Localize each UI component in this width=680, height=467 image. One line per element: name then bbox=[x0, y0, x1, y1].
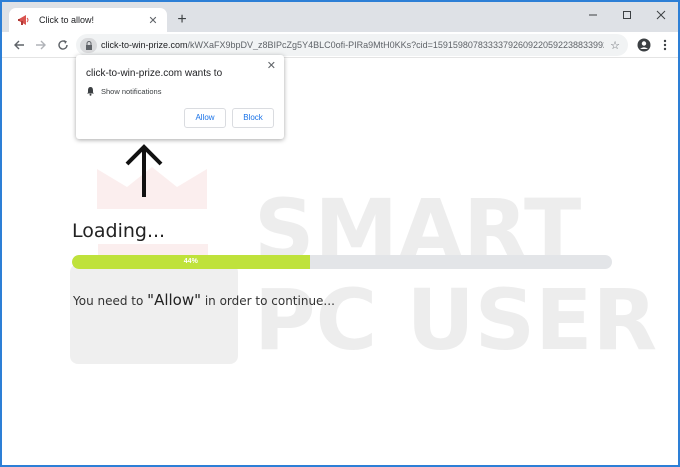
megaphone-icon bbox=[17, 13, 31, 27]
bookmark-star-icon[interactable]: ☆ bbox=[610, 39, 620, 52]
forward-arrow-icon bbox=[36, 40, 46, 50]
url-text: click-to-win-prize.com/kWXaFX9bpDV_z8BIP… bbox=[101, 40, 604, 50]
close-window-button[interactable] bbox=[644, 2, 678, 28]
close-icon bbox=[656, 10, 666, 20]
maximize-button[interactable] bbox=[610, 2, 644, 28]
progress-label: 44% bbox=[183, 258, 198, 265]
continue-message: You need to "Allow" in order to continue… bbox=[73, 291, 335, 309]
tab-active[interactable]: Click to allow! ✕ bbox=[9, 8, 167, 32]
popup-close-icon[interactable]: ✕ bbox=[267, 59, 276, 72]
back-button[interactable] bbox=[10, 36, 28, 54]
up-arrow-icon bbox=[125, 144, 163, 197]
forward-button[interactable] bbox=[32, 36, 50, 54]
permission-label: Show notifications bbox=[101, 86, 162, 96]
reload-button[interactable] bbox=[54, 36, 72, 54]
minimize-button[interactable] bbox=[576, 2, 610, 28]
lock-icon[interactable] bbox=[80, 37, 97, 53]
new-tab-button[interactable]: + bbox=[173, 11, 191, 29]
watermark-line2: PC USER bbox=[254, 271, 657, 369]
popup-title: click-to-win-prize.com wants to bbox=[86, 68, 223, 79]
tab-close-icon[interactable]: ✕ bbox=[147, 14, 159, 27]
menu-button[interactable] bbox=[657, 36, 673, 54]
continue-allow-highlight: "Allow" bbox=[147, 291, 202, 309]
block-button[interactable]: Block bbox=[232, 108, 274, 128]
window-controls bbox=[576, 2, 678, 28]
reload-icon bbox=[58, 40, 68, 50]
tab-strip: Click to allow! ✕ + bbox=[2, 2, 678, 32]
url-host: click-to-win-prize.com bbox=[101, 40, 188, 50]
bell-icon bbox=[87, 87, 94, 96]
more-vert-icon bbox=[663, 39, 667, 51]
browser-window: Click to allow! ✕ + click-to-win-prize.c… bbox=[0, 0, 680, 467]
continue-prefix: You need to bbox=[73, 294, 148, 308]
permission-row: Show notifications bbox=[86, 86, 161, 96]
allow-button[interactable]: Allow bbox=[184, 108, 226, 128]
address-bar[interactable]: click-to-win-prize.com/kWXaFX9bpDV_z8BIP… bbox=[76, 34, 628, 56]
notification-permission-popup: click-to-win-prize.com wants to ✕ Show n… bbox=[76, 55, 284, 139]
profile-avatar-icon bbox=[637, 38, 651, 52]
loading-heading: Loading... bbox=[72, 220, 166, 242]
tab-title: Click to allow! bbox=[39, 15, 95, 25]
continue-suffix: in order to continue... bbox=[201, 294, 335, 308]
profile-button[interactable] bbox=[636, 36, 652, 54]
back-arrow-icon bbox=[14, 40, 24, 50]
progress-bar: 44% bbox=[72, 255, 612, 269]
minimize-icon bbox=[589, 14, 597, 16]
maximize-icon bbox=[623, 11, 631, 19]
url-path: /kWXaFX9bpDV_z8BIPcZg5Y4BLC0ofi-PIRa9MtH… bbox=[187, 40, 605, 50]
